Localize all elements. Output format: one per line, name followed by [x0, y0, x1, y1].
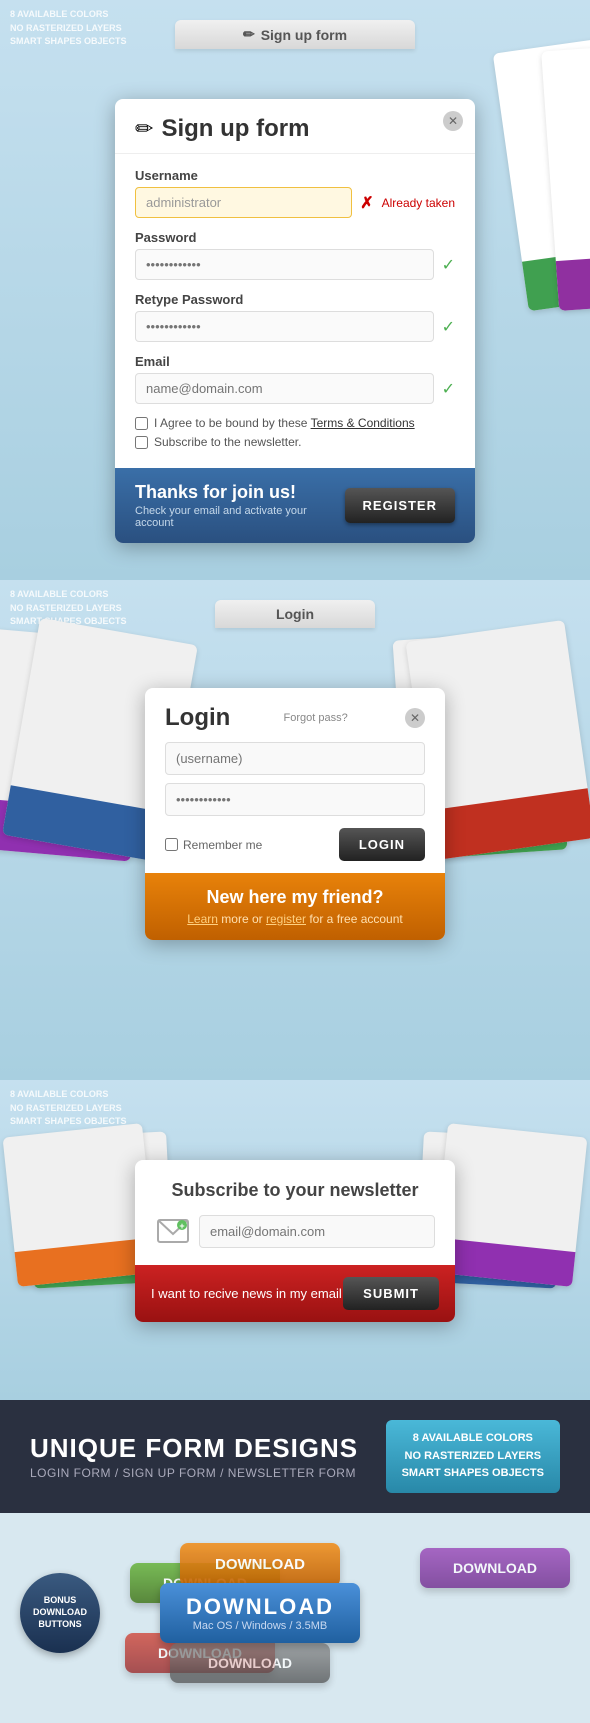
download-sub-text: Mac OS / Windows / 3.5MB — [193, 1620, 327, 1632]
login-row: Remember me LOGIN — [165, 828, 425, 861]
banner-left: UNIQUE FORM DESIGNS LOGIN FORM / SIGN UP… — [30, 1433, 358, 1480]
login-card: Login Forgot pass? ✕ Remember me LOGIN N… — [145, 688, 445, 940]
signup-footer: Thanks for join us! Check your email and… — [115, 468, 475, 543]
signup-title: Sign up form — [161, 115, 309, 143]
retype-label: Retype Password — [135, 292, 455, 307]
signup-body: Username ✗ Already taken Password ✓ Rety… — [115, 154, 475, 468]
section-banner: UNIQUE FORM DESIGNS LOGIN FORM / SIGN UP… — [0, 1400, 590, 1513]
login-username-input[interactable] — [165, 742, 425, 775]
newsletter-footer: I want to recive news in my email SUBMIT — [135, 1265, 455, 1322]
submit-button[interactable]: SUBMIT — [343, 1277, 439, 1310]
remember-me-label: Remember me — [165, 838, 262, 852]
username-row: ✗ Already taken — [135, 187, 455, 218]
download-button-purple[interactable]: DOWNLOAD — [420, 1548, 570, 1588]
login-close-button[interactable]: ✕ — [405, 708, 425, 728]
nl-bg-r1 — [433, 1123, 588, 1287]
newsletter-checkbox[interactable] — [135, 436, 148, 449]
signup-card-header: ✏ Sign up form ✕ — [115, 99, 475, 154]
login-password-input[interactable] — [165, 783, 425, 816]
mail-icon-box: + — [155, 1213, 191, 1249]
section1-badges: 8 AVAILABLE COLORS NO RASTERIZED LAYERS … — [10, 8, 127, 49]
newsletter-input-row: + — [155, 1213, 435, 1249]
password-row: ✓ — [135, 249, 455, 280]
svg-text:+: + — [179, 1221, 184, 1231]
newsletter-body: Subscribe to your newsletter + — [135, 1160, 455, 1265]
terms-link[interactable]: Terms & Conditions — [311, 416, 415, 430]
retype-ok-icon: ✓ — [442, 317, 455, 337]
forgot-password-link[interactable]: Forgot pass? — [284, 712, 348, 724]
footer-main-text: Thanks for join us! — [135, 482, 345, 503]
newsletter-footer-text: I want to recive news in my email — [151, 1286, 342, 1301]
username-label: Username — [135, 168, 455, 183]
footer-end-text: for a free account — [309, 912, 402, 926]
pencil-icon: ✏ — [243, 26, 255, 43]
newsletter-checkbox-row: Subscribe to the newsletter. — [135, 435, 455, 449]
terms-checkbox[interactable] — [135, 417, 148, 430]
username-field-group: Username ✗ Already taken — [135, 168, 455, 218]
login-footer: New here my friend? Learn more or regist… — [145, 873, 445, 940]
bonus-text: BONUS DOWNLOAD BUTTONS — [33, 1595, 87, 1630]
footer-text-or: more or — [221, 912, 266, 926]
footer-sub-text: Check your email and activate your accou… — [135, 505, 345, 529]
banner-right: 8 AVAILABLE COLORS NO RASTERIZED LAYERS … — [386, 1420, 560, 1493]
retype-password-field-group: Retype Password ✓ — [135, 292, 455, 342]
bonus-circle: BONUS DOWNLOAD BUTTONS — [20, 1573, 100, 1653]
section-newsletter: 8 AVAILABLE COLORS NO RASTERIZED LAYERS … — [0, 1080, 590, 1400]
login-card-header: Login Forgot pass? ✕ — [145, 688, 445, 742]
checkboxes: I Agree to be bound by these Terms & Con… — [135, 416, 455, 449]
banner-subtitle: LOGIN FORM / SIGN UP FORM / NEWSLETTER F… — [30, 1466, 358, 1480]
section-login: 8 AVAILABLE COLORS NO RASTERIZED LAYERS … — [0, 580, 590, 1080]
topbar-label: Sign up form — [261, 27, 347, 43]
password-input[interactable] — [135, 249, 434, 280]
error-x-icon: ✗ — [360, 193, 373, 213]
section-download: BONUS DOWNLOAD BUTTONS DOWNLOAD DOWNLOAD… — [0, 1513, 590, 1723]
login-topbar: Login — [215, 600, 375, 628]
email-field-group: Email ✓ — [135, 354, 455, 404]
newsletter-label: Subscribe to the newsletter. — [154, 435, 301, 449]
register-link[interactable]: register — [266, 912, 306, 926]
password-ok-icon: ✓ — [442, 255, 455, 275]
newsletter-card: Subscribe to your newsletter + I want to… — [135, 1160, 455, 1322]
banner-title: UNIQUE FORM DESIGNS — [30, 1433, 358, 1464]
terms-text: I Agree to be bound by these Terms & Con… — [154, 416, 415, 430]
login-button[interactable]: LOGIN — [339, 828, 425, 861]
terms-checkbox-row: I Agree to be bound by these Terms & Con… — [135, 416, 455, 430]
mail-icon: + — [157, 1217, 189, 1245]
signup-card: ✏ Sign up form ✕ Username ✗ Already take… — [115, 99, 475, 543]
register-button[interactable]: REGISTER — [345, 488, 455, 523]
section3-badges: 8 AVAILABLE COLORS NO RASTERIZED LAYERS … — [10, 1088, 127, 1129]
newsletter-title: Subscribe to your newsletter — [155, 1180, 435, 1201]
username-error-text: Already taken — [382, 196, 455, 210]
email-label: Email — [135, 354, 455, 369]
header-pencil-icon: ✏ — [135, 116, 153, 142]
close-button[interactable]: ✕ — [443, 111, 463, 131]
login-footer-main: New here my friend? — [165, 887, 425, 908]
email-input[interactable] — [135, 373, 434, 404]
footer-text-block: Thanks for join us! Check your email and… — [135, 482, 345, 529]
password-label: Password — [135, 230, 455, 245]
email-ok-icon: ✓ — [442, 379, 455, 399]
download-button-orange[interactable]: DOWNLOAD — [180, 1543, 340, 1587]
email-row: ✓ — [135, 373, 455, 404]
signup-topbar: ✏ Sign up form — [175, 20, 415, 49]
download-button-main[interactable]: DOWNLOAD Mac OS / Windows / 3.5MB — [160, 1583, 360, 1643]
retype-password-input[interactable] — [135, 311, 434, 342]
password-field-group: Password ✓ — [135, 230, 455, 280]
learn-link[interactable]: Learn — [187, 912, 218, 926]
login-topbar-label: Login — [276, 606, 314, 622]
section-signup: 8 AVAILABLE COLORS NO RASTERIZED LAYERS … — [0, 0, 590, 580]
login-title: Login — [165, 704, 230, 732]
download-buttons-area: DOWNLOAD DOWNLOAD DOWNLOAD DOWNLOAD Mac … — [120, 1533, 570, 1693]
login-footer-sub: Learn more or register for a free accoun… — [165, 912, 425, 926]
remember-me-checkbox[interactable] — [165, 838, 178, 851]
username-input[interactable] — [135, 187, 352, 218]
newsletter-email-input[interactable] — [199, 1215, 435, 1248]
banner-badge-text: 8 AVAILABLE COLORS NO RASTERIZED LAYERS … — [402, 1430, 544, 1483]
login-body: Remember me LOGIN — [145, 742, 445, 873]
download-button-gray[interactable]: DOWNLOAD — [170, 1643, 330, 1683]
retype-row: ✓ — [135, 311, 455, 342]
